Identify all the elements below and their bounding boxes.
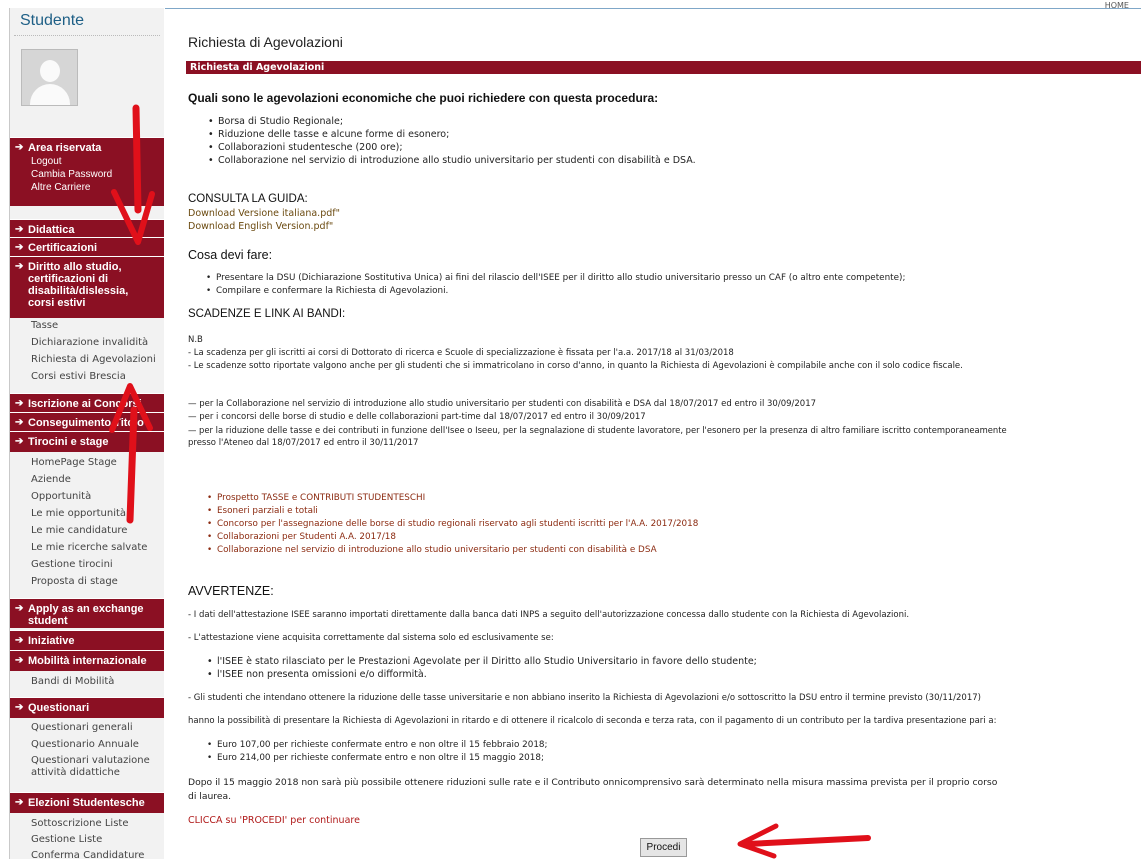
- deadline-line-2: — per i concorsi delle borse di studio e…: [188, 412, 646, 422]
- avatar: [21, 49, 78, 106]
- sidebar-item-questionario-annuale[interactable]: Questionario Annuale: [31, 739, 139, 751]
- bando-link-esoneri[interactable]: Esoneri parziali e totali: [205, 505, 698, 518]
- arrow-right-icon: ➔: [15, 603, 24, 614]
- list-item: Collaborazione nel servizio di introduzi…: [206, 154, 696, 167]
- arrow-right-icon: ➔: [15, 261, 24, 272]
- home-link[interactable]: HOME: [1105, 1, 1129, 10]
- sidebar-item-questionari-valutazione[interactable]: Questionari valutazione attività didatti…: [31, 755, 161, 779]
- annotation-arrow-up-icon: [109, 383, 153, 524]
- agevolazioni-heading: Quali sono le agevolazioni economiche ch…: [188, 91, 659, 105]
- avvertenze-line-4: hanno la possibilità di presentare la Ri…: [188, 716, 997, 726]
- sidebar-section-questionari[interactable]: ➔ Questionari: [10, 697, 164, 718]
- nb-label: N.B: [188, 335, 203, 345]
- agevolazioni-list: Borsa di Studio Regionale; Riduzione del…: [206, 115, 696, 167]
- arrow-right-icon: ➔: [15, 398, 24, 409]
- list-item: Compilare e confermare la Richiesta di A…: [204, 285, 905, 298]
- list-item: l'ISEE non presenta omissioni e/o diffor…: [205, 668, 757, 681]
- arrow-right-icon: ➔: [15, 635, 24, 646]
- cosa-devi-fare-heading: Cosa devi fare:: [188, 248, 273, 262]
- list-item: Collaborazioni studentesche (200 ore);: [206, 141, 696, 154]
- list-item: Borsa di Studio Regionale;: [206, 115, 696, 128]
- nb-line-2: - Le scadenze sotto riportate valgono an…: [188, 361, 963, 371]
- sidebar-item-proposta-stage[interactable]: Proposta di stage: [31, 576, 118, 588]
- avvertenze-heading: AVVERTENZE:: [188, 584, 274, 598]
- list-item: Euro 107,00 per richieste confermate ent…: [205, 739, 548, 752]
- sidebar-item-conferma-candidature[interactable]: Conferma Candidature: [31, 850, 144, 859]
- sidebar-item-tasse[interactable]: Tasse: [31, 320, 58, 332]
- sidebar-section-elezioni[interactable]: ➔ Elezioni Studentesche: [10, 792, 164, 813]
- arrow-right-icon: ➔: [15, 797, 24, 808]
- annotation-arrow-left-icon: [737, 823, 871, 859]
- procedi-note: CLICCA su 'PROCEDI' per continuare: [188, 815, 360, 826]
- top-divider: [165, 8, 1141, 9]
- sidebar-item-bandi-mobilita[interactable]: Bandi di Mobilità: [31, 676, 114, 688]
- arrow-right-icon: ➔: [15, 142, 24, 153]
- sidebar-item-aziende[interactable]: Aziende: [31, 474, 71, 486]
- sidebar-title: Studente: [14, 8, 160, 36]
- download-italiano-link[interactable]: Download Versione italiana.pdf": [188, 207, 340, 220]
- procedi-button[interactable]: Procedi: [640, 838, 687, 857]
- avvertenze-line-3: - Gli studenti che intendano ottenere la…: [188, 693, 981, 703]
- list-item: Riduzione delle tasse e alcune forme di …: [206, 128, 696, 141]
- avvertenze-line-1: - I dati dell'attestazione ISEE saranno …: [188, 610, 910, 620]
- deadline-line-1: — per la Collaborazione nel servizio di …: [188, 399, 817, 409]
- download-english-link[interactable]: Download English Version.pdf": [188, 220, 333, 233]
- sidebar-item-ricerche-salvate[interactable]: Le mie ricerche salvate: [31, 542, 147, 554]
- annotation-arrow-down-icon: [111, 104, 155, 245]
- final-note-line-2: di laurea.: [188, 791, 232, 802]
- page-title-bar: Richiesta di Agevolazioni: [186, 61, 1141, 74]
- bandi-links-list: Prospetto TASSE e CONTRIBUTI STUDENTESCH…: [205, 492, 698, 557]
- arrow-right-icon: ➔: [15, 224, 24, 235]
- list-item: Euro 214,00 per richieste confermate ent…: [205, 752, 548, 765]
- bando-link-borse[interactable]: Concorso per l'assegnazione delle borse …: [205, 518, 698, 531]
- guida-heading: CONSULTA LA GUIDA:: [188, 193, 308, 205]
- sidebar-section-diritto-allo-studio[interactable]: ➔ Diritto allo studio, certificazioni di…: [10, 256, 164, 318]
- arrow-right-icon: ➔: [15, 655, 24, 666]
- arrow-right-icon: ➔: [15, 436, 24, 447]
- final-note-line-1: Dopo il 15 maggio 2018 non sarà più poss…: [188, 777, 998, 788]
- deadline-line-4: presso l'Ateneo dal 18/07/2017 ed entro …: [188, 438, 419, 448]
- arrow-right-icon: ➔: [15, 702, 24, 713]
- nb-line-1: - La scadenza per gli iscritti ai corsi …: [188, 348, 734, 358]
- sidebar-section-apply-exchange[interactable]: ➔ Apply as an exchange student: [10, 598, 164, 628]
- sidebar-item-gestione-tirocini[interactable]: Gestione tirocini: [31, 559, 113, 571]
- sidebar-item-gestione-liste[interactable]: Gestione Liste: [31, 834, 102, 846]
- bando-link-tasse[interactable]: Prospetto TASSE e CONTRIBUTI STUDENTESCH…: [205, 492, 698, 505]
- sidebar-item-dichiarazione-invalidita[interactable]: Dichiarazione invalidità: [31, 337, 148, 349]
- sidebar-item-questionari-generali[interactable]: Questionari generali: [31, 722, 133, 734]
- arrow-right-icon: ➔: [15, 417, 24, 428]
- deadline-line-3: — per la riduzione delle tasse e dei con…: [188, 425, 1007, 435]
- sidebar-item-richiesta-agevolazioni[interactable]: Richiesta di Agevolazioni: [31, 354, 156, 366]
- avvertenze-line-2: - L'attestazione viene acquisita corrett…: [188, 633, 554, 643]
- arrow-right-icon: ➔: [15, 242, 24, 253]
- sidebar-item-opportunita[interactable]: Opportunità: [31, 491, 91, 503]
- bando-link-collaborazioni[interactable]: Collaborazioni per Studenti A.A. 2017/18: [205, 531, 698, 544]
- cosa-devi-fare-list: Presentare la DSU (Dichiarazione Sostitu…: [204, 272, 905, 298]
- list-item: Presentare la DSU (Dichiarazione Sostitu…: [204, 272, 905, 285]
- page-title: Richiesta di Agevolazioni: [188, 34, 343, 50]
- avvertenze-conditions: l'ISEE è stato rilasciato per le Prestaz…: [205, 655, 757, 681]
- sidebar-section-mobilita[interactable]: ➔ Mobilità internazionale: [10, 650, 164, 671]
- fees-list: Euro 107,00 per richieste confermate ent…: [205, 739, 548, 765]
- scadenze-heading: SCADENZE E LINK AI BANDI:: [188, 308, 346, 320]
- list-item: l'ISEE è stato rilasciato per le Prestaz…: [205, 655, 757, 668]
- bando-link-disabilita[interactable]: Collaborazione nel servizio di introduzi…: [205, 544, 698, 557]
- sidebar-item-sottoscrizione-liste[interactable]: Sottoscrizione Liste: [31, 818, 128, 830]
- sidebar-section-iniziative[interactable]: ➔ Iniziative: [10, 630, 164, 651]
